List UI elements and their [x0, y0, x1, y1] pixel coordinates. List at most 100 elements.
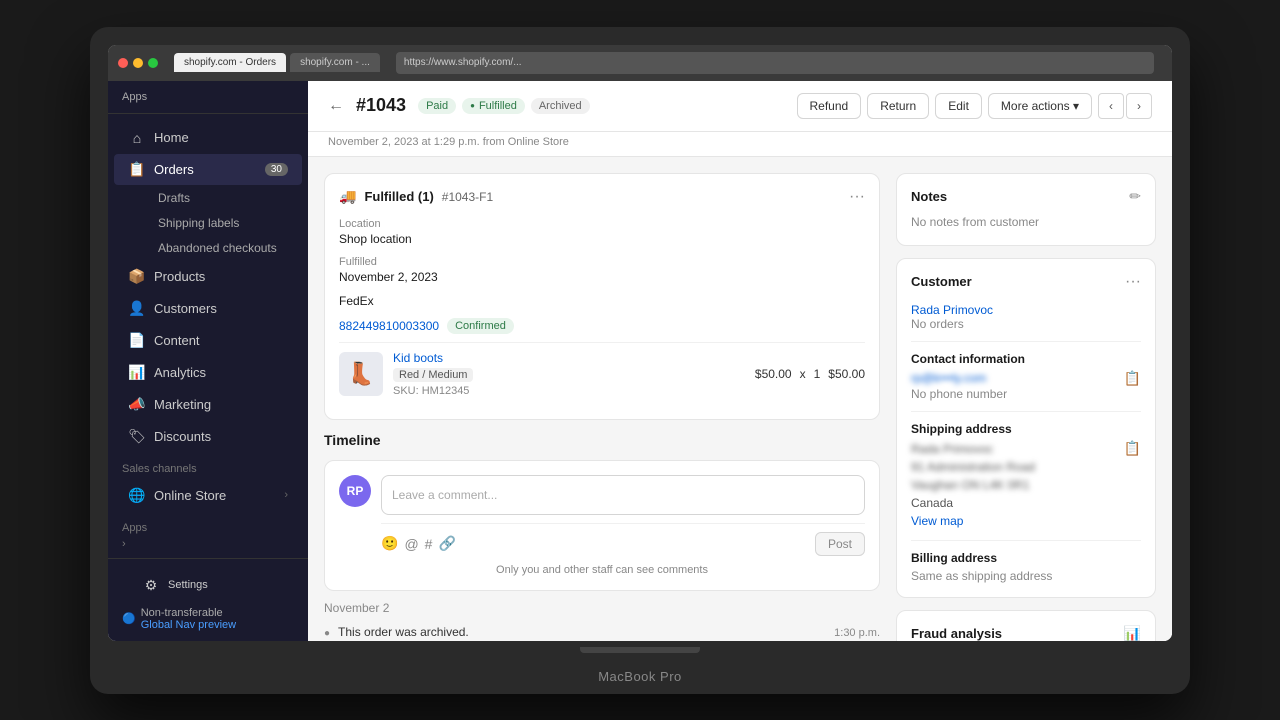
window-controls	[118, 58, 158, 68]
sidebar-label-content: Content	[154, 333, 288, 348]
carrier-name: FedEx	[339, 294, 865, 308]
tracking-status: Confirmed	[447, 318, 514, 334]
product-qty: 1	[814, 367, 821, 381]
post-button[interactable]: Post	[815, 532, 865, 556]
sidebar-item-customers[interactable]: 👤 Customers	[114, 293, 302, 324]
sidebar-label-marketing: Marketing	[154, 397, 288, 412]
billing-same-text: Same as shipping address	[911, 569, 1141, 583]
edit-icon[interactable]: ✏	[1129, 188, 1141, 205]
location-label: Location	[339, 218, 865, 230]
emoji-icon[interactable]: 🙂	[381, 535, 398, 552]
fulfillment-id: #1043-F1	[442, 190, 493, 204]
sidebar-item-products[interactable]: 📦 Products	[114, 261, 302, 292]
sidebar-label-abandoned: Abandoned checkouts	[158, 241, 292, 255]
non-transferable-nav[interactable]: 🔵 Non-transferable Global Nav preview	[122, 607, 294, 631]
sidebar-item-discounts[interactable]: 🏷 Discounts	[114, 421, 302, 452]
maximize-dot[interactable]	[148, 58, 158, 68]
browser-chrome: shopify.com - Orders shopify.com - ... h…	[108, 45, 1172, 81]
edit-button[interactable]: Edit	[935, 93, 982, 119]
status-badges: Paid Fulfilled Archived	[418, 98, 590, 114]
fraud-report-icon[interactable]: 📊	[1124, 625, 1141, 641]
left-panel: 🚚 Fulfilled (1) #1043-F1 ··· Location Sh…	[324, 173, 880, 641]
customer-email[interactable]: rp@k•••ly.com	[911, 371, 986, 385]
attachment-icon[interactable]: 🔗	[438, 535, 455, 552]
tab-inactive[interactable]: shopify.com - ...	[290, 53, 380, 72]
shipping-country: Canada	[911, 494, 1035, 512]
shipping-line2: Vaughan ON L4K 0R1	[911, 476, 1035, 494]
customer-phone: No phone number	[911, 387, 1141, 401]
tab-active[interactable]: shopify.com - Orders	[174, 53, 286, 72]
close-dot[interactable]	[118, 58, 128, 68]
notes-text: No notes from customer	[911, 215, 1039, 229]
action-buttons: Refund Return Edit More actions ▾ ‹ ›	[797, 93, 1153, 119]
non-transferable-label: Non-transferable	[141, 607, 236, 619]
product-price: $50.00	[755, 367, 792, 381]
laptop-label: MacBook Pro	[108, 659, 1172, 694]
url-bar[interactable]: https://www.shopify.com/...	[396, 52, 1154, 74]
main-content: ← #1043 Paid Fulfilled Archived Refund R…	[308, 81, 1172, 641]
online-store-icon: 🌐	[128, 487, 146, 504]
customers-icon: 👤	[128, 300, 146, 317]
product-name[interactable]: Kid boots	[393, 351, 745, 365]
return-button[interactable]: Return	[867, 93, 929, 119]
timeline-events: November 2 ● This order was archived. 1:…	[324, 601, 880, 641]
sidebar-label-orders: Orders	[154, 162, 257, 177]
fulfilled-date-value: November 2, 2023	[339, 270, 865, 284]
product-details: Kid boots Red / Medium SKU: HM12345	[393, 351, 745, 397]
hashtag-icon[interactable]: #	[425, 536, 433, 552]
timeline-title: Timeline	[324, 432, 880, 448]
page-header: ← #1043 Paid Fulfilled Archived Refund R…	[308, 81, 1172, 132]
timeline-time: 1:30 p.m.	[834, 627, 880, 639]
staff-note: Only you and other staff can see comment…	[339, 564, 865, 576]
sidebar-label-shipping: Shipping labels	[158, 216, 292, 230]
sidebar-label-settings: Settings	[168, 579, 274, 591]
product-total: $50.00	[828, 367, 865, 381]
notes-header: Notes ✏	[911, 188, 1141, 205]
more-actions-label: More actions	[1001, 99, 1070, 113]
minimize-dot[interactable]	[133, 58, 143, 68]
sidebar-item-content[interactable]: 📄 Content	[114, 325, 302, 356]
customer-menu[interactable]: ···	[1125, 273, 1141, 291]
fulfilled-header: 🚚 Fulfilled (1) #1043-F1	[339, 188, 493, 205]
fulfilled-card-header: 🚚 Fulfilled (1) #1043-F1 ···	[339, 188, 865, 206]
sidebar-label-online-store: Online Store	[154, 488, 276, 503]
back-button[interactable]: ←	[328, 97, 344, 115]
sidebar-footer: ⚙ Settings 🔵 Non-transferable Global Nav…	[108, 558, 308, 641]
sidebar-item-drafts[interactable]: Drafts	[148, 186, 302, 210]
copy-email-icon[interactable]: 📋	[1124, 370, 1141, 387]
order-subtitle: November 2, 2023 at 1:29 p.m. from Onlin…	[328, 136, 569, 148]
refund-button[interactable]: Refund	[797, 93, 862, 119]
sidebar-item-home[interactable]: ⌂ Home	[114, 123, 302, 153]
comment-input[interactable]: Leave a comment...	[381, 475, 865, 515]
apps-expand[interactable]: ›	[108, 538, 308, 554]
truck-icon: 🚚	[339, 188, 356, 205]
contact-section-title: Contact information	[911, 352, 1141, 366]
view-map-link[interactable]: View map	[911, 514, 963, 528]
products-icon: 📦	[128, 268, 146, 285]
sidebar-item-settings[interactable]: ⚙ Settings	[128, 570, 288, 601]
next-order-button[interactable]: ›	[1126, 93, 1152, 119]
prev-order-button[interactable]: ‹	[1098, 93, 1124, 119]
sidebar-item-shipping-labels[interactable]: Shipping labels	[148, 211, 302, 235]
tracking-link[interactable]: 882449810003300	[339, 319, 439, 333]
carrier-row: FedEx	[339, 294, 865, 308]
at-icon[interactable]: @	[404, 536, 418, 552]
shipping-address: Rada Primovoc 91 Administration Road Vau…	[911, 440, 1035, 512]
fulfilled-card-menu[interactable]: ···	[849, 188, 865, 206]
sidebar-label-analytics: Analytics	[154, 365, 288, 380]
sidebar-item-analytics[interactable]: 📊 Analytics	[114, 357, 302, 388]
customer-name[interactable]: Rada Primovoc	[911, 303, 1141, 317]
more-actions-button[interactable]: More actions ▾	[988, 93, 1092, 119]
sidebar-item-marketing[interactable]: 📣 Marketing	[114, 389, 302, 420]
fulfilled-date-row: Fulfilled November 2, 2023	[339, 256, 865, 284]
copy-address-icon[interactable]: 📋	[1124, 440, 1141, 457]
sidebar-item-orders[interactable]: 📋 Orders 30	[114, 154, 302, 185]
sidebar-item-online-store[interactable]: 🌐 Online Store ›	[114, 480, 302, 511]
sidebar-label-home: Home	[154, 130, 288, 145]
order-title: #1043	[356, 95, 406, 116]
paid-badge: Paid	[418, 98, 456, 114]
comment-placeholder: Leave a comment...	[392, 488, 497, 502]
settings-icon: ⚙	[142, 577, 160, 594]
sidebar-item-abandoned[interactable]: Abandoned checkouts	[148, 236, 302, 260]
sidebar-logo: Apps	[108, 81, 308, 114]
